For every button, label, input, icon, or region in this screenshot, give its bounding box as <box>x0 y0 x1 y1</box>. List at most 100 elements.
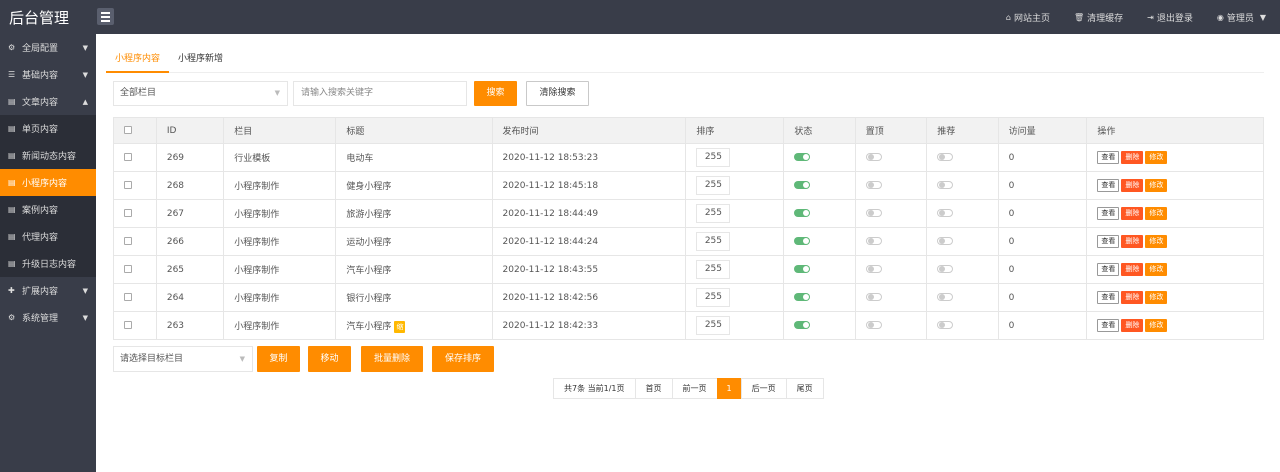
sidebar-item[interactable]: ▤ 案例内容 <box>0 196 96 223</box>
sidebar-group[interactable]: ⚙ 全局配置 ▼ <box>0 34 96 61</box>
status-toggle-cell <box>783 283 856 312</box>
view-button[interactable]: 查看 <box>1097 151 1120 164</box>
menu-toggle-icon[interactable] <box>97 8 114 25</box>
sidebar-group[interactable]: ⚙ 系统管理 ▼ <box>0 304 96 331</box>
clear-search-button[interactable]: 清除搜索 <box>526 81 589 106</box>
top-link-trash[interactable]: 🗑 清理缓存 <box>1074 11 1123 24</box>
pin-toggle[interactable] <box>865 293 882 301</box>
pin-toggle[interactable] <box>865 153 882 161</box>
view-button[interactable]: 查看 <box>1097 235 1120 248</box>
sidebar-item[interactable]: ▤ 代理内容 <box>0 223 96 250</box>
sidebar-item[interactable]: ▤ 单页内容 <box>0 115 96 142</box>
move-button[interactable]: 移动 <box>308 346 351 372</box>
row-checkbox[interactable] <box>124 209 132 217</box>
top-link-user[interactable]: ◉ 管理员 ▼ <box>1217 11 1266 24</box>
column-header: 置顶 <box>854 117 928 144</box>
status-toggle[interactable] <box>794 265 811 273</box>
delete-button[interactable]: 删除 <box>1121 291 1144 304</box>
edit-button[interactable]: 修改 <box>1145 263 1168 276</box>
status-toggle[interactable] <box>794 153 811 161</box>
row-checkbox[interactable] <box>124 181 132 189</box>
view-button[interactable]: 查看 <box>1097 207 1120 220</box>
sort-input[interactable]: 255 <box>696 260 731 279</box>
delete-button[interactable]: 删除 <box>1121 235 1144 248</box>
status-toggle[interactable] <box>794 321 811 329</box>
pin-toggle[interactable] <box>865 181 882 189</box>
sidebar-item[interactable]: ▤ 新闻动态内容 <box>0 142 96 169</box>
pager-current[interactable]: 1 <box>716 378 742 399</box>
edit-button[interactable]: 修改 <box>1145 235 1168 248</box>
status-toggle[interactable] <box>794 237 811 245</box>
delete-button[interactable]: 删除 <box>1121 151 1144 164</box>
view-button[interactable]: 查看 <box>1097 291 1120 304</box>
pin-toggle[interactable] <box>865 265 882 273</box>
category-select[interactable]: 全部栏目 ▼ <box>113 81 288 106</box>
save-sort-button[interactable]: 保存排序 <box>432 346 494 372</box>
batch-delete-button[interactable]: 批量删除 <box>361 346 423 372</box>
row-checkbox[interactable] <box>124 265 132 273</box>
sidebar-group[interactable]: ✚ 扩展内容 ▼ <box>0 277 96 304</box>
tab-add[interactable]: 小程序新增 <box>169 50 232 73</box>
sidebar-group[interactable]: ▤ 文章内容 ▲ <box>0 88 96 115</box>
sort-input[interactable]: 255 <box>696 148 731 167</box>
top-link-logout[interactable]: ⇥ 退出登录 <box>1147 11 1193 24</box>
pin-toggle[interactable] <box>865 321 882 329</box>
delete-button[interactable]: 删除 <box>1121 179 1144 192</box>
status-toggle-cell <box>783 255 856 284</box>
pager-last[interactable]: 尾页 <box>785 378 824 399</box>
sort-input[interactable]: 255 <box>696 288 731 307</box>
row-checkbox[interactable] <box>124 293 132 301</box>
view-button[interactable]: 查看 <box>1097 179 1120 192</box>
select-all-checkbox[interactable] <box>124 126 132 134</box>
target-category-select[interactable]: 请选择目标栏目 ▼ <box>113 346 253 372</box>
pin-toggle[interactable] <box>865 237 882 245</box>
recommend-toggle[interactable] <box>937 237 954 245</box>
view-button[interactable]: 查看 <box>1097 319 1120 332</box>
delete-button[interactable]: 删除 <box>1121 263 1144 276</box>
pager-first[interactable]: 首页 <box>634 378 673 399</box>
recommend-toggle[interactable] <box>937 293 954 301</box>
sort-input[interactable]: 255 <box>696 232 731 251</box>
recommend-toggle[interactable] <box>937 321 954 329</box>
keyword-input[interactable]: 请输入搜索关键字 <box>293 81 467 106</box>
edit-button[interactable]: 修改 <box>1145 207 1168 220</box>
status-toggle[interactable] <box>794 181 811 189</box>
column-header: 推荐 <box>926 117 999 144</box>
edit-button[interactable]: 修改 <box>1145 151 1168 164</box>
sidebar-group[interactable]: ☰ 基础内容 ▼ <box>0 61 96 88</box>
search-button[interactable]: 搜索 <box>474 81 517 106</box>
edit-button[interactable]: 修改 <box>1145 291 1168 304</box>
tab-content[interactable]: 小程序内容 <box>106 50 170 73</box>
pager-next[interactable]: 后一页 <box>740 378 787 399</box>
pager-prev[interactable]: 前一页 <box>671 378 718 399</box>
sort-input[interactable]: 255 <box>696 316 731 335</box>
edit-button[interactable]: 修改 <box>1145 179 1168 192</box>
copy-button[interactable]: 复制 <box>257 346 300 372</box>
sidebar-item[interactable]: ▤ 小程序内容 <box>0 169 96 196</box>
table-row: 266 小程序制作 运动小程序 2020-11-12 18:44:24 255 0 查看 删除… <box>113 227 1264 256</box>
top-link-home[interactable]: ⌂ 网站主页 <box>1006 11 1050 24</box>
edit-button[interactable]: 修改 <box>1145 319 1168 332</box>
row-checkbox[interactable] <box>124 237 132 245</box>
recommend-toggle[interactable] <box>937 265 954 273</box>
delete-button[interactable]: 删除 <box>1121 207 1144 220</box>
sliders-icon: ☰ <box>8 70 16 79</box>
sidebar-item[interactable]: ▤ 升级日志内容 <box>0 250 96 277</box>
gear-icon: ⚙ <box>8 43 16 52</box>
status-toggle[interactable] <box>794 293 811 301</box>
sort-input[interactable]: 255 <box>696 176 731 195</box>
toggle-knob <box>867 210 874 216</box>
view-button[interactable]: 查看 <box>1097 263 1120 276</box>
recommend-toggle[interactable] <box>937 209 954 217</box>
delete-button[interactable]: 删除 <box>1121 319 1144 332</box>
row-sort-cell: 255 <box>685 311 785 340</box>
toggle-knob <box>803 322 810 328</box>
status-toggle[interactable] <box>794 209 811 217</box>
row-checkbox[interactable] <box>124 321 132 329</box>
recommend-toggle[interactable] <box>937 153 954 161</box>
sort-input[interactable]: 255 <box>696 204 731 223</box>
recommend-toggle[interactable] <box>937 181 954 189</box>
pin-toggle[interactable] <box>865 209 882 217</box>
row-category: 行业模板 <box>223 143 337 172</box>
row-checkbox[interactable] <box>124 153 132 161</box>
